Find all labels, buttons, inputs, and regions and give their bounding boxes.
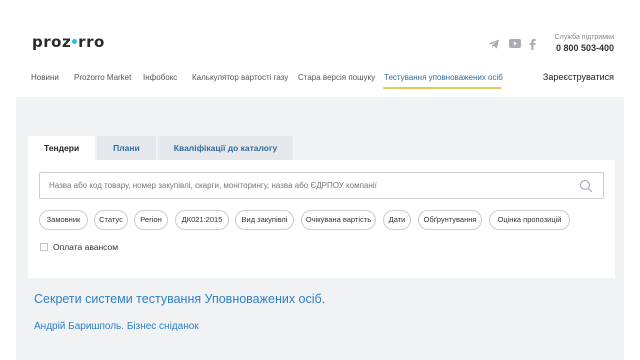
filter-justification[interactable]: Обґрунтування (418, 210, 482, 230)
site-header: proz rro Служба підтримки 0 800 503-400 Н… (0, 0, 640, 95)
article-subtitle-link[interactable]: Андрій Баришполь. Бізнес сніданок (34, 321, 199, 332)
support-label: Служба підтримки (554, 34, 614, 41)
nav-item-infobox[interactable]: Інфобокс (143, 73, 177, 82)
logo-dot-icon (72, 39, 78, 44)
filter-bid-evaluation[interactable]: Оцінка пропозицій (489, 210, 570, 230)
search-input[interactable]: Назва або код товару, номер закупівлі, с… (39, 172, 604, 199)
article-title-link[interactable]: Секрети системи тестування Уповноважених… (34, 292, 325, 306)
tab-plans[interactable]: Плани (97, 136, 156, 160)
prepayment-label: Оплата авансом (53, 242, 119, 252)
search-placeholder: Назва або код товару, номер закупівлі, с… (49, 181, 377, 190)
prepayment-option[interactable]: Оплата авансом (40, 242, 118, 252)
filter-dk021[interactable]: ДК021:2015 (175, 210, 229, 230)
youtube-icon[interactable] (509, 39, 521, 48)
prepayment-checkbox[interactable] (40, 243, 48, 251)
facebook-icon[interactable] (529, 39, 536, 50)
filter-status[interactable]: Статус (94, 210, 128, 230)
prozorro-logo[interactable]: proz rro (32, 33, 105, 51)
telegram-icon[interactable] (488, 39, 500, 49)
nav-active-underline (383, 87, 501, 89)
nav-item-gas-calculator[interactable]: Калькулятор вартості газу (192, 73, 288, 82)
support-phone[interactable]: 0 800 503-400 (555, 43, 614, 53)
filter-procurement-type[interactable]: Вид закупівлі (235, 210, 294, 230)
nav-item-old-search[interactable]: Стара версія пошуку (298, 73, 375, 82)
nav-item-news[interactable]: Новини (31, 73, 59, 82)
filter-dates[interactable]: Дати (383, 210, 411, 230)
filter-expected-value[interactable]: Очікувана вартість (301, 210, 376, 230)
support-block: Служба підтримки 0 800 503-400 (555, 34, 614, 53)
filter-region[interactable]: Регіон (134, 210, 168, 230)
logo-text-right: rro (78, 33, 105, 51)
register-link[interactable]: Зареєструватися (543, 72, 614, 82)
nav-item-testing[interactable]: Тестування уповноважених осіб (384, 73, 503, 82)
nav-item-market[interactable]: Prozorro Market (74, 73, 131, 82)
logo-text-left: proz (32, 33, 72, 51)
search-icon[interactable] (579, 179, 593, 193)
tab-catalog-qualifications[interactable]: Кваліфікації до каталогу (157, 136, 294, 160)
tab-tenders[interactable]: Тендери (28, 136, 96, 160)
filter-customer[interactable]: Замовник (39, 210, 88, 230)
search-tabs: Тендери Плани Кваліфікації до каталогу (28, 136, 295, 160)
